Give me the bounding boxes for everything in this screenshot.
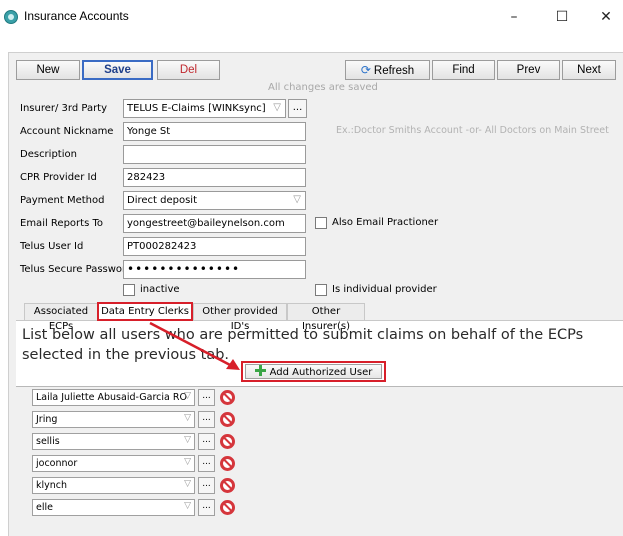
insurer-select[interactable]: TELUS E-Claims [WINKsync] ▽ xyxy=(123,99,286,118)
user-name: klynch xyxy=(36,480,68,491)
refresh-button[interactable]: ⟳ Refresh xyxy=(345,60,430,80)
also-email-checkbox[interactable] xyxy=(315,217,327,229)
chevron-down-icon: ▽ xyxy=(184,435,191,445)
tab-associated-ecps[interactable]: Associated ECPs xyxy=(24,303,98,332)
add-authorized-user-label: Add Authorized User xyxy=(269,367,373,378)
telus-user-label: Telus User Id xyxy=(20,241,84,252)
user-select[interactable]: klynch ▽ xyxy=(32,477,195,494)
remove-icon[interactable] xyxy=(220,500,235,515)
telus-password-label: Telus Secure Password xyxy=(20,264,133,275)
user-lookup-button[interactable]: ... xyxy=(198,477,215,494)
refresh-label: Refresh xyxy=(373,65,415,77)
chevron-down-icon: ▽ xyxy=(184,413,191,423)
remove-icon[interactable] xyxy=(220,390,235,405)
description-label: Description xyxy=(20,149,77,160)
user-lookup-button[interactable]: ... xyxy=(198,455,215,472)
email-label: Email Reports To xyxy=(20,218,103,229)
insurer-value: TELUS E-Claims [WINKsync] xyxy=(127,103,266,114)
list-item: Jring ▽ ... xyxy=(32,411,235,428)
prev-button[interactable]: Prev xyxy=(497,60,560,80)
chevron-down-icon: ▽ xyxy=(273,102,281,113)
list-item: joconnor ▽ ... xyxy=(32,455,235,472)
chevron-down-icon: ▽ xyxy=(184,457,191,467)
user-select[interactable]: Laila Juliette Abusaid-Garcia RO ▽ xyxy=(32,389,195,406)
app-logo-icon xyxy=(4,10,18,24)
inactive-label: inactive xyxy=(140,284,180,295)
remove-icon[interactable] xyxy=(220,478,235,493)
user-lookup-button[interactable]: ... xyxy=(198,499,215,516)
list-item: klynch ▽ ... xyxy=(32,477,235,494)
minimize-button[interactable]: – xyxy=(494,5,534,29)
inactive-checkbox[interactable] xyxy=(123,284,135,296)
user-lookup-button[interactable]: ... xyxy=(198,389,215,406)
individual-provider-checkbox[interactable] xyxy=(315,284,327,296)
remove-icon[interactable] xyxy=(220,456,235,471)
tab-other-provided-ids[interactable]: Other provided ID's xyxy=(193,303,287,332)
chevron-down-icon: ▽ xyxy=(184,391,191,401)
user-name: Laila Juliette Abusaid-Garcia RO xyxy=(36,392,187,403)
user-select[interactable]: elle ▽ xyxy=(32,499,195,516)
email-field[interactable]: yongestreet@baileynelson.com xyxy=(123,214,306,233)
telus-user-field[interactable]: PT000282423 xyxy=(123,237,306,256)
payment-select[interactable]: Direct deposit ▽ xyxy=(123,191,306,210)
user-name: sellis xyxy=(36,436,60,447)
user-name: elle xyxy=(36,502,53,513)
tab-other-insurers[interactable]: Other Insurer(s) xyxy=(287,303,365,332)
payment-value: Direct deposit xyxy=(127,195,197,206)
find-button[interactable]: Find xyxy=(432,60,495,80)
window-title: Insurance Accounts xyxy=(24,9,129,23)
tab-data-entry-clerks[interactable]: Data Entry Clerks xyxy=(97,302,193,321)
maximize-button[interactable]: ☐ xyxy=(542,5,582,29)
telus-password-field[interactable]: •••••••••••••• xyxy=(123,260,306,279)
individual-provider-label: Is individual provider xyxy=(332,284,437,295)
user-name: Jring xyxy=(36,414,58,425)
nickname-label: Account Nickname xyxy=(20,126,114,137)
cpr-label: CPR Provider Id xyxy=(20,172,97,183)
also-email-label: Also Email Practioner xyxy=(332,217,439,228)
insurer-label: Insurer/ 3rd Party xyxy=(20,103,108,114)
close-button[interactable]: ✕ xyxy=(586,5,623,29)
title-bar: Insurance Accounts – ☐ ✕ xyxy=(0,0,623,34)
user-name: joconnor xyxy=(36,458,78,469)
user-select[interactable]: sellis ▽ xyxy=(32,433,195,450)
remove-icon[interactable] xyxy=(220,412,235,427)
next-button[interactable]: Next xyxy=(562,60,616,80)
nickname-hint: Ex.:Doctor Smiths Account -or- All Docto… xyxy=(336,125,609,136)
refresh-icon: ⟳ xyxy=(360,63,371,77)
nickname-field[interactable]: Yonge St xyxy=(123,122,306,141)
save-button[interactable]: Save xyxy=(82,60,153,80)
panel-description: List below all users who are permitted t… xyxy=(22,327,584,363)
add-authorized-user-highlight: Add Authorized User xyxy=(241,361,386,382)
list-item: elle ▽ ... xyxy=(32,499,235,516)
user-lookup-button[interactable]: ... xyxy=(198,411,215,428)
user-select[interactable]: Jring ▽ xyxy=(32,411,195,428)
user-lookup-button[interactable]: ... xyxy=(198,433,215,450)
user-select[interactable]: joconnor ▽ xyxy=(32,455,195,472)
plus-icon xyxy=(254,365,266,376)
chevron-down-icon: ▽ xyxy=(184,501,191,511)
new-button[interactable]: New xyxy=(16,60,80,80)
remove-icon[interactable] xyxy=(220,434,235,449)
payment-label: Payment Method xyxy=(20,195,105,206)
list-item: sellis ▽ ... xyxy=(32,433,235,450)
insurer-lookup-button[interactable]: ... xyxy=(288,99,307,118)
list-item: Laila Juliette Abusaid-Garcia RO ▽ ... xyxy=(32,389,235,406)
add-authorized-user-button[interactable]: Add Authorized User xyxy=(245,364,382,379)
cpr-field[interactable]: 282423 xyxy=(123,168,306,187)
chevron-down-icon: ▽ xyxy=(293,194,301,205)
save-status: All changes are saved xyxy=(268,82,378,93)
chevron-down-icon: ▽ xyxy=(184,479,191,489)
delete-button[interactable]: Del xyxy=(157,60,220,80)
description-field[interactable] xyxy=(123,145,306,164)
